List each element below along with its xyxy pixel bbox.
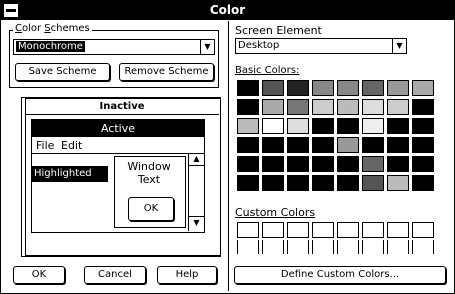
inactive-title-rule (25, 114, 219, 115)
basic-color-swatch[interactable] (237, 137, 259, 153)
custom-color-swatch[interactable] (287, 222, 309, 238)
title-bar: Color (1, 1, 454, 20)
preview-window-text-line1: Window (127, 160, 171, 173)
basic-color-swatch[interactable] (412, 99, 434, 115)
basic-color-swatch[interactable] (237, 99, 259, 115)
basic-color-swatch[interactable] (387, 80, 409, 96)
basic-color-swatch[interactable] (337, 156, 359, 172)
basic-color-swatch[interactable] (237, 118, 259, 134)
menu-rule (32, 153, 204, 154)
scroll-up-icon: ▲ (189, 153, 204, 166)
basic-color-swatch[interactable] (262, 156, 284, 172)
preview-menu-edit: Edit (61, 139, 83, 152)
basic-color-swatch[interactable] (412, 175, 434, 191)
color-dialog: Color Color Schemes Monochrome ▼ Save Sc… (0, 0, 455, 294)
basic-color-swatch[interactable] (262, 175, 284, 191)
basic-color-swatch[interactable] (412, 118, 434, 134)
schemes-label-rest: olor (21, 23, 45, 34)
basic-color-swatch[interactable] (287, 80, 309, 96)
basic-color-swatch[interactable] (287, 99, 309, 115)
custom-color-swatch[interactable] (412, 240, 434, 254)
custom-color-swatch[interactable] (362, 240, 384, 254)
chevron-down-icon[interactable]: ▼ (200, 40, 214, 54)
basic-color-swatch[interactable] (262, 99, 284, 115)
custom-color-swatch[interactable] (262, 240, 284, 254)
color-scheme-value: Monochrome (16, 41, 85, 52)
basic-color-swatch[interactable] (312, 156, 334, 172)
remove-scheme-button[interactable]: Remove Scheme (119, 63, 214, 81)
schemes-label-c: C (15, 23, 22, 34)
basic-colors-label: Basic Colors: (235, 65, 300, 76)
custom-color-swatch[interactable] (312, 240, 334, 254)
basic-color-swatch[interactable] (312, 118, 334, 134)
basic-color-swatch[interactable] (287, 137, 309, 153)
custom-color-swatch[interactable] (337, 240, 359, 254)
screen-element-label: Screen Element (235, 24, 322, 37)
preview-window-text-line2: Text (137, 173, 161, 186)
panel-divider (228, 21, 229, 291)
basic-color-swatch[interactable] (337, 80, 359, 96)
basic-color-swatch[interactable] (237, 80, 259, 96)
basic-color-swatch[interactable] (387, 99, 409, 115)
custom-color-swatch[interactable] (412, 222, 434, 238)
basic-color-swatch[interactable] (337, 118, 359, 134)
custom-colors-label: Custom Colors (235, 206, 316, 219)
basic-color-swatch[interactable] (337, 175, 359, 191)
basic-color-swatch[interactable] (287, 118, 309, 134)
basic-color-swatch[interactable] (387, 175, 409, 191)
screen-element-value: Desktop (238, 40, 280, 51)
preview-inactive-title: Inactive (99, 101, 145, 112)
basic-color-swatch[interactable] (287, 156, 309, 172)
basic-color-swatch[interactable] (337, 99, 359, 115)
schemes-label-rest2: chemes (50, 23, 90, 34)
basic-color-swatch[interactable] (412, 156, 434, 172)
basic-color-swatch[interactable] (412, 137, 434, 153)
custom-color-swatch[interactable] (237, 222, 259, 238)
basic-color-swatch[interactable] (312, 137, 334, 153)
basic-color-swatch[interactable] (312, 80, 334, 96)
custom-color-swatch[interactable] (337, 222, 359, 238)
ok-button[interactable]: OK (13, 266, 65, 284)
define-custom-colors-button[interactable]: Define Custom Colors... (234, 266, 446, 284)
preview-menu-file: File (36, 139, 55, 152)
preview-highlighted: Highlighted (34, 168, 92, 179)
basic-color-swatch[interactable] (312, 99, 334, 115)
basic-color-swatch[interactable] (362, 118, 384, 134)
cancel-button[interactable]: Cancel (84, 266, 146, 284)
help-button[interactable]: Help (157, 266, 217, 284)
save-scheme-button[interactable]: Save Scheme (15, 63, 110, 81)
basic-color-swatch[interactable] (262, 137, 284, 153)
basic-color-swatch[interactable] (312, 175, 334, 191)
custom-color-swatch[interactable] (387, 240, 409, 254)
basic-color-swatch[interactable] (387, 156, 409, 172)
chevron-down-icon[interactable]: ▼ (392, 39, 406, 53)
basic-color-swatch[interactable] (387, 118, 409, 134)
color-scheme-select[interactable]: Monochrome ▼ (13, 39, 215, 55)
screen-element-select[interactable]: Desktop ▼ (235, 38, 407, 54)
basic-color-swatch[interactable] (387, 137, 409, 153)
basic-color-swatch[interactable] (362, 175, 384, 191)
basic-color-swatch[interactable] (337, 137, 359, 153)
custom-color-swatch[interactable] (387, 222, 409, 238)
scroll-down-icon: ▼ (189, 216, 204, 229)
basic-color-swatch[interactable] (237, 156, 259, 172)
basic-color-swatch[interactable] (287, 175, 309, 191)
basic-color-swatch[interactable] (237, 175, 259, 191)
basic-color-swatch[interactable] (362, 99, 384, 115)
basic-color-swatch[interactable] (262, 118, 284, 134)
basic-color-swatch[interactable] (412, 80, 434, 96)
preview-ok-button: OK (128, 197, 174, 221)
custom-color-swatch[interactable] (287, 240, 309, 254)
preview-active-title: Active (100, 122, 136, 135)
custom-color-swatch[interactable] (312, 222, 334, 238)
window-title: Color (209, 3, 246, 17)
basic-color-swatch[interactable] (362, 156, 384, 172)
custom-color-swatch[interactable] (237, 240, 259, 254)
basic-color-swatch[interactable] (262, 80, 284, 96)
color-schemes-label: Color Schemes (13, 23, 92, 34)
custom-color-swatch[interactable] (362, 222, 384, 238)
basic-color-swatch[interactable] (362, 80, 384, 96)
custom-color-swatch[interactable] (262, 222, 284, 238)
basic-color-swatch[interactable] (362, 137, 384, 153)
